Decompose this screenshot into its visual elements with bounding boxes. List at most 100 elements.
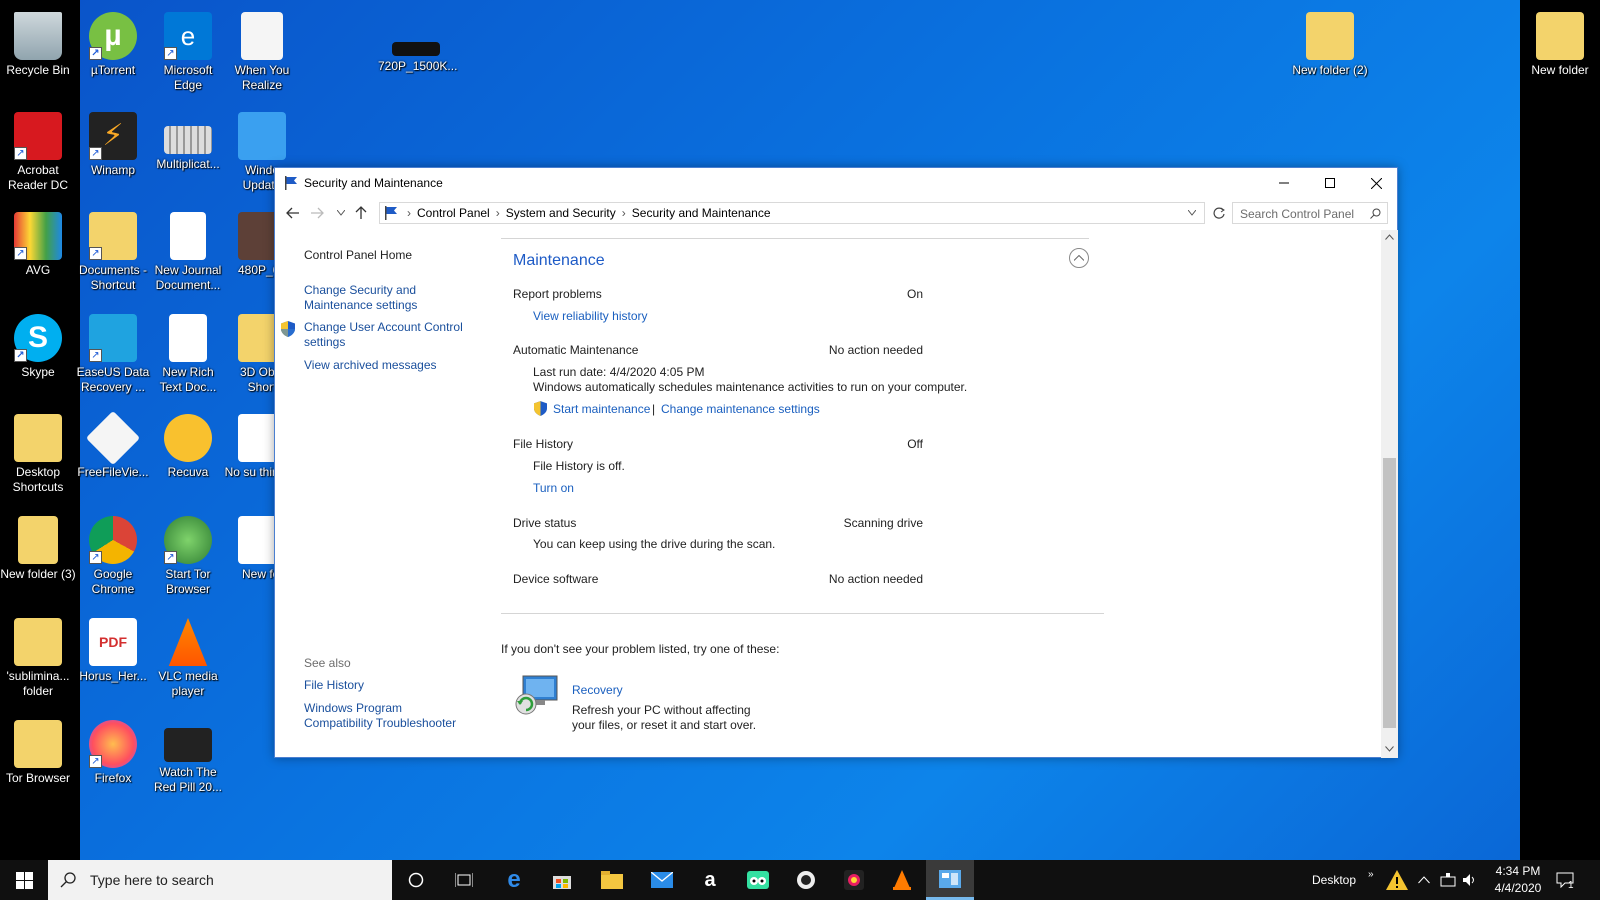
desktop-icon-winamp[interactable]: ⚡ ↗ Winamp — [75, 106, 151, 178]
desktop-icon-multiplicat[interactable]: Multiplicat... — [150, 106, 226, 172]
taskbar-tripadvisor[interactable] — [734, 860, 782, 900]
desktop-icon-new-folder-2[interactable]: New folder (2) — [1292, 6, 1368, 78]
forward-button[interactable] — [307, 204, 327, 222]
desktop-icon-horus[interactable]: PDF Horus_Her... — [75, 612, 151, 684]
tray-volume[interactable] — [1462, 860, 1478, 900]
desktop-icon-when-you-realize[interactable]: When You Realize — [224, 6, 300, 93]
window-titlebar[interactable]: Security and Maintenance — [275, 168, 1397, 198]
desktop-icon-avg[interactable]: ↗ AVG — [0, 206, 76, 278]
task-view-button[interactable] — [440, 860, 488, 900]
desktop-icon-recycle-bin[interactable]: Recycle Bin — [0, 6, 76, 78]
taskbar-mail[interactable] — [638, 860, 686, 900]
clock-time: 4:34 PM — [1495, 864, 1541, 878]
report-problems-status: On — [906, 287, 923, 301]
control-panel-home-link[interactable]: Control Panel Home — [304, 248, 474, 263]
desktop-icon-skype[interactable]: S ↗ Skype — [0, 308, 76, 380]
tray-network[interactable] — [1440, 860, 1456, 900]
start-button[interactable] — [0, 860, 48, 900]
recovery-link[interactable]: Recovery — [572, 683, 623, 697]
breadcrumb-system-security[interactable]: System and Security — [506, 206, 616, 220]
desktop-icon-google-chrome[interactable]: ↗ Google Chrome — [75, 510, 151, 597]
turn-on-file-history-link[interactable]: Turn on — [533, 481, 574, 495]
view-reliability-history-link[interactable]: View reliability history — [533, 309, 648, 323]
collapse-maintenance-button[interactable] — [1069, 248, 1089, 268]
up-button[interactable] — [351, 204, 371, 222]
warning-icon — [1386, 870, 1408, 890]
start-maintenance-link[interactable]: Start maintenance — [553, 402, 650, 416]
recuva-icon — [164, 414, 212, 462]
desktop-icon-new-folder[interactable]: New folder — [1522, 6, 1598, 78]
desktop-icon-watch-the-red-pill[interactable]: Watch The Red Pill 20... — [150, 714, 226, 795]
search-icon — [60, 872, 76, 888]
recovery-icon[interactable] — [513, 674, 559, 716]
desktop-icon-documents-shortcut[interactable]: ↗ Documents - Shortcut — [75, 206, 151, 293]
taskbar-app-dark[interactable] — [782, 860, 830, 900]
view-archived-messages-link[interactable]: View archived messages — [304, 358, 474, 373]
taskbar-control-panel[interactable] — [926, 860, 974, 900]
maintenance-description: Windows automatically schedules maintena… — [533, 380, 968, 394]
breadcrumb-separator: › — [407, 206, 411, 220]
edge-icon: e ↗ — [164, 12, 212, 60]
scroll-down-icon[interactable] — [1385, 746, 1394, 752]
recent-locations-button[interactable] — [331, 204, 351, 222]
minimize-button[interactable] — [1261, 168, 1307, 198]
action-center-button[interactable]: 1 — [1556, 860, 1574, 900]
breadcrumb-control-panel[interactable]: Control Panel — [417, 206, 490, 220]
chevron-up-icon — [1418, 876, 1430, 884]
clock-date: 4/4/2020 — [1494, 881, 1542, 895]
desktop-icon-recuva[interactable]: Recuva — [150, 408, 226, 480]
cortana-button[interactable] — [392, 860, 440, 900]
desktop-icon-desktop-shortcuts[interactable]: Desktop Shortcuts — [0, 408, 76, 495]
desktop-icon-easeus[interactable]: ↗ EaseUS Data Recovery ... — [75, 308, 151, 395]
report-problems-label: Report problems — [513, 287, 602, 301]
desktop-icon-microsoft-edge[interactable]: e ↗ Microsoft Edge — [150, 6, 226, 93]
close-button[interactable] — [1353, 168, 1399, 198]
scrollbar-thumb[interactable] — [1383, 458, 1396, 728]
address-bar[interactable]: › Control Panel › System and Security › … — [379, 202, 1205, 224]
notification-count: 1 — [1568, 879, 1574, 891]
folder-icon — [14, 618, 62, 666]
tray-clock[interactable]: 4:34 PM 4/4/2020 — [1488, 860, 1548, 900]
file-history-link[interactable]: File History — [304, 678, 474, 693]
change-security-settings-link[interactable]: Change Security and Maintenance settings — [304, 283, 474, 313]
taskbar-vlc[interactable] — [878, 860, 926, 900]
desktop-toolbar-label[interactable]: Desktop — [1312, 860, 1356, 900]
desktop-icon-new-rich-text[interactable]: New Rich Text Doc... — [150, 308, 226, 395]
search-control-panel-input[interactable]: Search Control Panel — [1232, 202, 1388, 224]
change-maintenance-settings-link[interactable]: Change maintenance settings — [661, 402, 820, 416]
desktop-icon-utorrent[interactable]: µ ↗ µTorrent — [75, 6, 151, 78]
maintenance-heading[interactable]: Maintenance — [513, 252, 605, 270]
desktop-icon-tor-browser[interactable]: Tor Browser — [0, 714, 76, 786]
back-button[interactable] — [283, 204, 303, 222]
taskbar-edge[interactable]: e — [490, 860, 538, 900]
breadcrumb-security-maintenance[interactable]: Security and Maintenance — [632, 206, 771, 220]
change-uac-settings-link[interactable]: Change User Account Control settings — [304, 320, 474, 350]
desktop-icon-vlc[interactable]: VLC media player — [150, 612, 226, 699]
taskbar-search-box[interactable]: Type here to search — [48, 860, 392, 900]
desktop-icon-new-folder-3[interactable]: New folder (3) — [0, 510, 76, 582]
tray-warning[interactable] — [1385, 860, 1409, 900]
scroll-up-icon[interactable] — [1385, 234, 1394, 240]
video-icon — [164, 728, 212, 762]
address-dropdown-icon[interactable] — [1188, 210, 1196, 216]
show-hidden-icons-button[interactable] — [1418, 860, 1430, 900]
compatibility-troubleshooter-link[interactable]: Windows Program Compatibility Troublesho… — [304, 701, 474, 731]
desktop-icon-new-journal-document[interactable]: New Journal Document... — [150, 206, 226, 293]
taskbar-app-colorful[interactable] — [830, 860, 878, 900]
taskbar-file-explorer[interactable] — [588, 860, 636, 900]
desktop-icon-start-tor-browser[interactable]: ↗ Start Tor Browser — [150, 510, 226, 597]
desktop-icon-freefileviewer[interactable]: FreeFileVie... — [75, 408, 151, 480]
refresh-button[interactable] — [1209, 204, 1229, 222]
task-view-icon — [455, 873, 473, 887]
vertical-scrollbar[interactable] — [1381, 230, 1398, 758]
desktop-icon-subliminal-folder[interactable]: 'sublimina... folder — [0, 612, 76, 699]
toolbar-expand-icon[interactable]: » — [1368, 854, 1374, 894]
desktop-icon-720p[interactable]: 720P_1500K... — [378, 22, 457, 74]
maximize-icon — [1325, 178, 1335, 188]
desktop-icon-firefox[interactable]: ↗ Firefox — [75, 714, 151, 786]
taskbar-store[interactable] — [538, 860, 586, 900]
navigation-bar: › Control Panel › System and Security › … — [275, 200, 1397, 226]
maximize-button[interactable] — [1307, 168, 1353, 198]
desktop-icon-acrobat[interactable]: ↗ Acrobat Reader DC — [0, 106, 76, 193]
taskbar-amazon[interactable]: a — [686, 860, 734, 900]
